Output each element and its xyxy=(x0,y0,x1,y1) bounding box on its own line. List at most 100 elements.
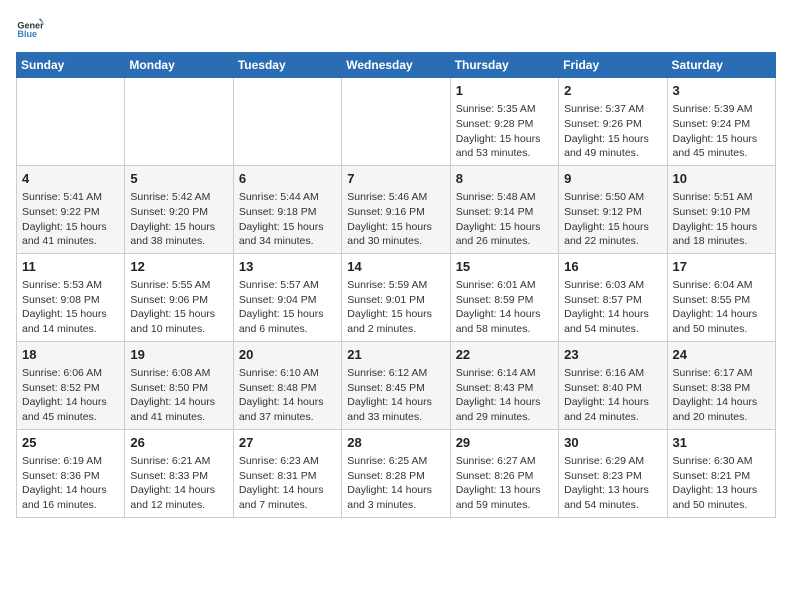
day-number: 11 xyxy=(22,258,119,276)
calendar-cell: 24Sunrise: 6:17 AMSunset: 8:38 PMDayligh… xyxy=(667,341,775,429)
day-info: Daylight: 15 hours and 18 minutes. xyxy=(673,220,770,249)
calendar-week-row: 1Sunrise: 5:35 AMSunset: 9:28 PMDaylight… xyxy=(17,78,776,166)
logo-icon: General Blue xyxy=(16,16,44,44)
day-number: 25 xyxy=(22,434,119,452)
day-number: 14 xyxy=(347,258,444,276)
day-number: 23 xyxy=(564,346,661,364)
day-number: 22 xyxy=(456,346,553,364)
day-info: Daylight: 14 hours and 29 minutes. xyxy=(456,395,553,424)
day-info: Sunrise: 5:50 AM xyxy=(564,190,661,205)
svg-text:Blue: Blue xyxy=(17,29,37,39)
day-info: Daylight: 15 hours and 26 minutes. xyxy=(456,220,553,249)
calendar-week-row: 25Sunrise: 6:19 AMSunset: 8:36 PMDayligh… xyxy=(17,429,776,517)
day-info: Sunrise: 5:39 AM xyxy=(673,102,770,117)
day-info: Daylight: 14 hours and 12 minutes. xyxy=(130,483,227,512)
day-number: 13 xyxy=(239,258,336,276)
day-info: Sunrise: 6:17 AM xyxy=(673,366,770,381)
day-number: 3 xyxy=(673,82,770,100)
day-info: Sunset: 9:18 PM xyxy=(239,205,336,220)
day-info: Sunrise: 5:48 AM xyxy=(456,190,553,205)
calendar-cell: 28Sunrise: 6:25 AMSunset: 8:28 PMDayligh… xyxy=(342,429,450,517)
day-info: Sunset: 8:40 PM xyxy=(564,381,661,396)
day-header-tuesday: Tuesday xyxy=(233,53,341,78)
day-number: 26 xyxy=(130,434,227,452)
page-header: General Blue xyxy=(16,16,776,44)
day-info: Daylight: 15 hours and 22 minutes. xyxy=(564,220,661,249)
calendar-cell: 3Sunrise: 5:39 AMSunset: 9:24 PMDaylight… xyxy=(667,78,775,166)
day-info: Sunrise: 6:06 AM xyxy=(22,366,119,381)
calendar-cell: 15Sunrise: 6:01 AMSunset: 8:59 PMDayligh… xyxy=(450,253,558,341)
calendar-cell: 6Sunrise: 5:44 AMSunset: 9:18 PMDaylight… xyxy=(233,165,341,253)
day-info: Sunset: 8:55 PM xyxy=(673,293,770,308)
day-info: Sunset: 8:33 PM xyxy=(130,469,227,484)
day-info: Sunset: 8:50 PM xyxy=(130,381,227,396)
calendar-cell: 29Sunrise: 6:27 AMSunset: 8:26 PMDayligh… xyxy=(450,429,558,517)
day-number: 27 xyxy=(239,434,336,452)
day-number: 9 xyxy=(564,170,661,188)
day-info: Sunrise: 6:30 AM xyxy=(673,454,770,469)
day-number: 21 xyxy=(347,346,444,364)
day-number: 29 xyxy=(456,434,553,452)
day-info: Sunrise: 6:12 AM xyxy=(347,366,444,381)
day-number: 30 xyxy=(564,434,661,452)
day-number: 17 xyxy=(673,258,770,276)
calendar-cell: 26 Sunrise: 6:21 AMSunset: 8:33 PMDayligh… xyxy=(125,429,233,517)
day-info: Sunset: 9:06 PM xyxy=(130,293,227,308)
day-info: Sunset: 8:45 PM xyxy=(347,381,444,396)
day-info: Sunset: 9:20 PM xyxy=(130,205,227,220)
day-info: Daylight: 15 hours and 10 minutes. xyxy=(130,307,227,336)
calendar-cell: 14Sunrise: 5:59 AMSunset: 9:01 PMDayligh… xyxy=(342,253,450,341)
day-info: Sunrise: 5:37 AM xyxy=(564,102,661,117)
calendar-cell: 23 Sunrise: 6:16 AMSunset: 8:40 PMDayligh… xyxy=(559,341,667,429)
day-info: Sunset: 9:26 PM xyxy=(564,117,661,132)
day-number: 19 xyxy=(130,346,227,364)
day-info: Sunrise: 6:19 AM xyxy=(22,454,119,469)
calendar-cell: 17Sunrise: 6:04 AMSunset: 8:55 PMDayligh… xyxy=(667,253,775,341)
day-info: Sunset: 8:38 PM xyxy=(673,381,770,396)
calendar-cell: 11Sunrise: 5:53 AMSunset: 9:08 PMDayligh… xyxy=(17,253,125,341)
day-info: Daylight: 14 hours and 45 minutes. xyxy=(22,395,119,424)
day-info: Sunrise: 6:21 AM xyxy=(130,454,227,469)
day-number: 4 xyxy=(22,170,119,188)
calendar-cell: 8Sunrise: 5:48 AMSunset: 9:14 PMDaylight… xyxy=(450,165,558,253)
day-info: Sunset: 8:36 PM xyxy=(22,469,119,484)
day-number: 15 xyxy=(456,258,553,276)
day-info: Sunrise: 5:46 AM xyxy=(347,190,444,205)
day-info: Daylight: 14 hours and 16 minutes. xyxy=(22,483,119,512)
day-info: Daylight: 15 hours and 49 minutes. xyxy=(564,132,661,161)
day-header-sunday: Sunday xyxy=(17,53,125,78)
day-number: 20 xyxy=(239,346,336,364)
calendar-cell xyxy=(233,78,341,166)
day-info: Sunset: 9:08 PM xyxy=(22,293,119,308)
day-info: Sunrise: 5:42 AM xyxy=(130,190,227,205)
calendar-table: SundayMondayTuesdayWednesdayThursdayFrid… xyxy=(16,52,776,518)
day-info: Daylight: 15 hours and 6 minutes. xyxy=(239,307,336,336)
calendar-cell: 31Sunrise: 6:30 AMSunset: 8:21 PMDayligh… xyxy=(667,429,775,517)
day-info: Sunset: 9:14 PM xyxy=(456,205,553,220)
day-info: Sunset: 9:10 PM xyxy=(673,205,770,220)
day-info: Daylight: 13 hours and 50 minutes. xyxy=(673,483,770,512)
day-info: Daylight: 14 hours and 50 minutes. xyxy=(673,307,770,336)
day-info: Sunrise: 5:53 AM xyxy=(22,278,119,293)
calendar-cell: 12Sunrise: 5:55 AMSunset: 9:06 PMDayligh… xyxy=(125,253,233,341)
day-info: Sunset: 9:04 PM xyxy=(239,293,336,308)
day-info: Sunrise: 6:14 AM xyxy=(456,366,553,381)
day-info: Daylight: 14 hours and 20 minutes. xyxy=(673,395,770,424)
day-info: Sunrise: 6:16 AM xyxy=(564,366,661,381)
day-info: Daylight: 14 hours and 41 minutes. xyxy=(130,395,227,424)
day-info: Daylight: 13 hours and 59 minutes. xyxy=(456,483,553,512)
day-info: Sunrise: 5:57 AM xyxy=(239,278,336,293)
day-info: Daylight: 15 hours and 41 minutes. xyxy=(22,220,119,249)
day-header-friday: Friday xyxy=(559,53,667,78)
day-info: Daylight: 14 hours and 33 minutes. xyxy=(347,395,444,424)
day-number: 16 xyxy=(564,258,661,276)
calendar-week-row: 4Sunrise: 5:41 AMSunset: 9:22 PMDaylight… xyxy=(17,165,776,253)
day-info: Sunrise: 5:51 AM xyxy=(673,190,770,205)
calendar-cell: 20Sunrise: 6:10 AMSunset: 8:48 PMDayligh… xyxy=(233,341,341,429)
calendar-week-row: 18Sunrise: 6:06 AMSunset: 8:52 PMDayligh… xyxy=(17,341,776,429)
day-info: Daylight: 13 hours and 54 minutes. xyxy=(564,483,661,512)
calendar-cell: 10Sunrise: 5:51 AMSunset: 9:10 PMDayligh… xyxy=(667,165,775,253)
calendar-cell: 1Sunrise: 5:35 AMSunset: 9:28 PMDaylight… xyxy=(450,78,558,166)
day-info: Daylight: 14 hours and 24 minutes. xyxy=(564,395,661,424)
day-info: Sunset: 8:21 PM xyxy=(673,469,770,484)
